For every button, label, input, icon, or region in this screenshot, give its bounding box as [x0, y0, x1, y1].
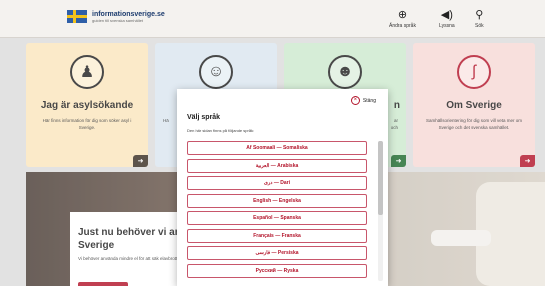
speaker-icon: ◀) — [440, 9, 453, 21]
language-option-somali[interactable]: Af Soomaali — Somaliska — [187, 141, 367, 155]
close-icon: × — [350, 96, 360, 105]
language-option-french[interactable]: Français — Franska — [187, 228, 367, 243]
scrollbar[interactable] — [378, 141, 383, 281]
language-option-arabic[interactable]: العربية — Arabiska — [187, 158, 367, 173]
site-logo[interactable]: informationsverige.se guiden till svensk… — [67, 10, 165, 23]
globe-icon: ⊕ — [397, 9, 408, 21]
logo-subtitle: guiden till svenska samhället — [92, 17, 143, 23]
modal-title: Välj språk — [187, 114, 221, 121]
swedish-flag-icon — [67, 10, 87, 23]
listen-button[interactable]: ◀) Lyssna — [439, 9, 455, 29]
language-option-english[interactable]: English — Engelska — [187, 193, 367, 208]
language-option-persian[interactable]: فارسی — Persiska — [187, 246, 367, 260]
logo-title: informationsverige.se — [92, 10, 165, 18]
search-button[interactable]: ⚲ Sök — [475, 9, 484, 29]
search-icon: ⚲ — [475, 9, 484, 21]
language-modal: × Stäng Välj språk Den här sidan finns p… — [177, 89, 388, 286]
language-option-dari[interactable]: دری — Dari — [187, 176, 367, 190]
language-option-russian[interactable]: Русский — Ryska — [187, 263, 367, 278]
site-header: informationsverige.se guiden till svensk… — [0, 0, 545, 38]
language-option-spanish[interactable]: Español — Spanska — [187, 211, 367, 225]
close-label: Stäng — [362, 97, 376, 104]
change-language-button[interactable]: ⊕ Ändra språk — [389, 9, 416, 29]
language-list: Af Soomaali — Somaliska العربية — Arabis… — [187, 141, 367, 281]
modal-description: Den här sidan finns på följande språk: — [187, 128, 255, 133]
scrollbar-thumb[interactable] — [378, 141, 383, 215]
close-button[interactable]: × Stäng — [350, 96, 376, 105]
